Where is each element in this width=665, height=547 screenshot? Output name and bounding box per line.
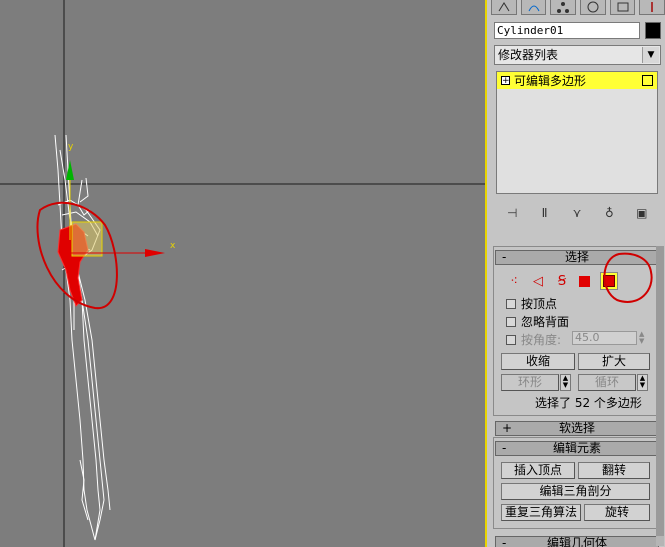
modify-tab-icon[interactable] [520, 0, 547, 15]
retriangulate-button[interactable]: 重复三角算法 [501, 504, 581, 521]
stack-toolbar: ⊣ Ⅱ ⋎ ♁ ▣ [496, 202, 658, 224]
vertex-icon[interactable]: ⁖ [507, 274, 521, 289]
make-unique-icon[interactable]: ⋎ [568, 206, 586, 220]
soft-selection-title: 软选择 [558, 421, 595, 435]
cube-icon [642, 75, 653, 86]
chevron-down-icon[interactable]: ▼ [642, 47, 659, 63]
spinner-arrows-icon[interactable]: ▲ ▼ [639, 331, 646, 345]
loop-button[interactable]: 循环 [578, 374, 636, 391]
command-panel: Cylinder01 修改器列表 ▼ + 可编辑多边形 ⊣ Ⅱ ⋎ ♁ ▣ - … [487, 0, 665, 547]
edit-triangulation-button[interactable]: 编辑三角剖分 [501, 483, 650, 500]
ring-button[interactable]: 环形 [501, 374, 559, 391]
perspective-viewport[interactable]: y x [0, 0, 487, 547]
shrink-button[interactable]: 收缩 [501, 353, 575, 370]
scrollbar-thumb[interactable] [656, 246, 664, 536]
expand-plus-icon: + [502, 421, 513, 435]
command-panel-tabs [491, 0, 665, 16]
motion-tab-icon[interactable] [580, 0, 606, 15]
modifier-stack[interactable]: + 可编辑多边形 [496, 71, 658, 194]
by-vertex-checkbox[interactable]: 按顶点 [506, 295, 557, 312]
x-axis-label: x [170, 241, 176, 251]
edit-geometry-rollout-header[interactable]: - 编辑几何体 [495, 536, 659, 547]
expand-plus-icon[interactable]: + [501, 76, 510, 86]
object-color-swatch[interactable] [645, 22, 661, 39]
object-name-input[interactable]: Cylinder01 [494, 22, 640, 39]
edit-geometry-title: 编辑几何体 [546, 536, 607, 547]
hierarchy-tab-icon[interactable] [550, 0, 577, 15]
transform-plane-handle [71, 221, 103, 257]
modifier-list-dropdown[interactable]: 修改器列表 ▼ [494, 45, 661, 65]
command-panel-scrollbar[interactable] [656, 246, 664, 546]
create-tab-icon[interactable] [491, 0, 517, 15]
show-end-result-icon[interactable]: Ⅱ [536, 206, 554, 220]
selection-status-text: 选择了 52 个多边形 [535, 396, 642, 410]
by-angle-checkbox[interactable]: 按角度: [506, 331, 561, 348]
utilities-tab-icon[interactable] [639, 0, 665, 15]
angle-spinner-input[interactable]: 45.0 [572, 331, 637, 345]
insert-vertex-button[interactable]: 插入顶点 [501, 462, 575, 479]
display-tab-icon[interactable] [609, 0, 636, 15]
stack-item-editable-poly[interactable]: + 可编辑多边形 [497, 72, 657, 89]
modifier-list-label: 修改器列表 [498, 48, 559, 62]
annotation-circle-panel [603, 252, 653, 303]
remove-modifier-icon[interactable]: ♁ [600, 206, 618, 220]
grow-button[interactable]: 扩大 [578, 353, 650, 370]
pin-stack-icon[interactable]: ⊣ [503, 206, 521, 220]
by-vertex-label: 按顶点 [521, 297, 558, 311]
x-axis-arrow [145, 249, 165, 257]
ignore-backfacing-label: 忽略背面 [521, 315, 570, 329]
flip-button[interactable]: 翻转 [578, 462, 650, 479]
turn-button[interactable]: 旋转 [584, 504, 650, 521]
viewport-canvas[interactable]: y x [0, 0, 485, 547]
collapse-minus-icon: - [502, 536, 507, 547]
sword-wireframe-mesh [54, 134, 111, 541]
checkbox-box[interactable] [506, 316, 516, 327]
stack-item-label: 可编辑多边形 [514, 74, 587, 88]
checkbox-box[interactable] [506, 334, 516, 345]
loop-spinner-icon[interactable]: ▲ ▼ [637, 374, 648, 391]
soft-selection-rollout-header[interactable]: + 软选择 [495, 421, 659, 436]
ring-spinner-icon[interactable]: ▲ ▼ [560, 374, 571, 391]
edge-icon[interactable]: ◁ [531, 274, 545, 289]
by-angle-label: 按角度: [521, 333, 562, 347]
ignore-backfacing-checkbox[interactable]: 忽略背面 [506, 313, 569, 330]
y-axis-label: y [68, 142, 74, 152]
border-icon[interactable]: Ꞩ [555, 274, 569, 289]
checkbox-box[interactable] [506, 298, 516, 309]
configure-sets-icon[interactable]: ▣ [633, 206, 651, 220]
